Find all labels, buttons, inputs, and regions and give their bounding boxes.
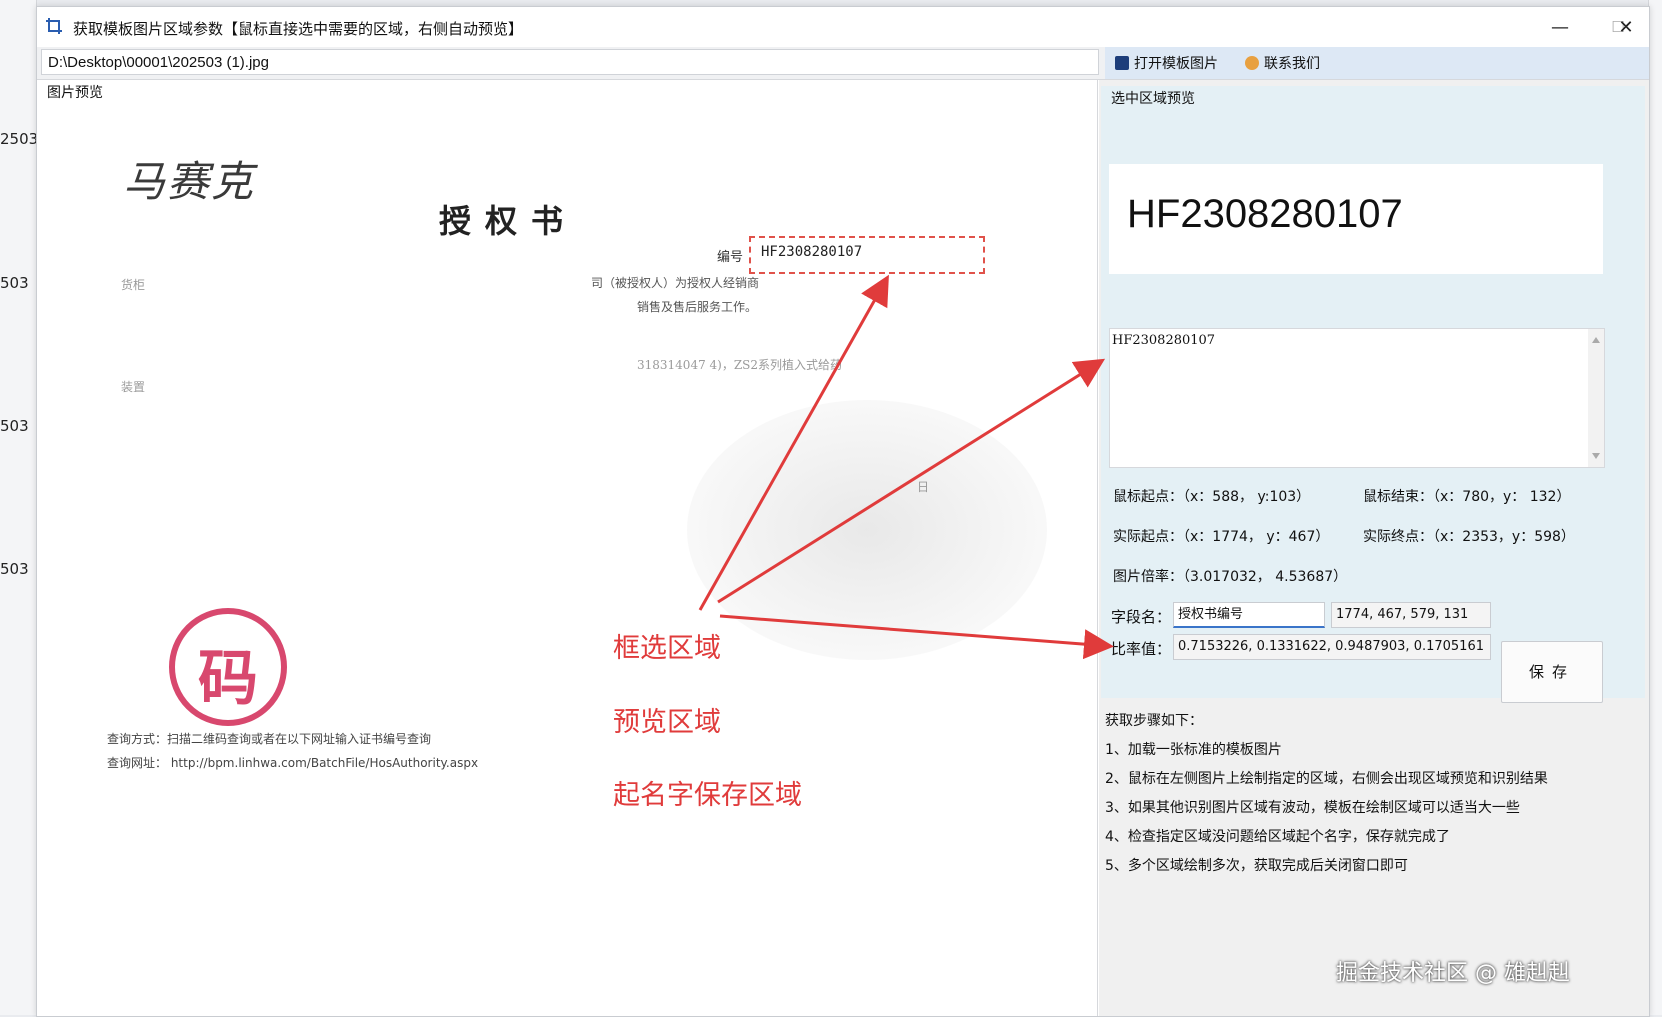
selected-region-group: 选中区域预览 HF2308280107 HF2308280107 鼠标起点：（x… — [1101, 86, 1645, 703]
field-coords-field[interactable]: 1774, 467, 579, 131 — [1331, 602, 1491, 628]
ratio-label: 比率值： — [1111, 640, 1172, 658]
ratio-value-field[interactable]: 0.7153226, 0.1331622, 0.9487903, 0.17051… — [1173, 634, 1491, 660]
ocr-scrollbar[interactable] — [1588, 329, 1604, 467]
selection-rectangle[interactable] — [749, 236, 985, 274]
contact-icon — [1245, 56, 1259, 70]
document-text-line: 销售及售后服务工作。 — [637, 300, 758, 314]
title-bar: 获取模板图片区域参数【鼠标直接选中需要的区域，右侧自动预览】 — ☐ — [37, 7, 1649, 47]
file-path-field[interactable]: D:\Desktop\00001\202503 (1).jpg — [41, 49, 1099, 75]
background-row: 503 — [0, 274, 36, 424]
save-button[interactable]: 保存 — [1501, 641, 1603, 703]
toolbar: 打开模板图片 联系我们 — [1105, 47, 1649, 79]
background-row-label: 503 — [0, 560, 29, 578]
step-item: 4、检查指定区域没问题给区域起个名字，保存就完成了 — [1105, 829, 1450, 845]
crop-icon — [46, 18, 62, 34]
background-row-label: 503 — [0, 417, 29, 435]
image-scale-info: 图片倍率：（3.017032， 4.53687） — [1113, 569, 1348, 585]
mouse-end-info: 鼠标结束：（x：780，y： 132） — [1363, 489, 1571, 505]
contact-us-button[interactable]: 联系我们 — [1245, 53, 1320, 73]
actual-start-info: 实际起点：（x：1774， y：467） — [1113, 529, 1330, 545]
background-row: 2503 — [0, 130, 36, 280]
ocr-result-text: HF2308280107 — [1112, 333, 1216, 348]
image-preview-panel[interactable]: 图片预览 马赛克 授权书 编号 HF2308280107 货柜 司（被授权人）为… — [37, 80, 1098, 1016]
selected-region-title: 选中区域预览 — [1111, 91, 1195, 107]
field-name-label: 字段名： — [1111, 608, 1172, 626]
query-method-text: 查询方式：扫描二维码查询或者在以下网址输入证书编号查询 — [107, 732, 432, 746]
document-logo: 马赛克 — [123, 157, 256, 206]
background-row: 503 — [0, 560, 36, 710]
document-text-line: 司（被授权人）为授权人经销商 — [591, 276, 760, 290]
background-app-strip: 2503 503 503 503 — [0, 0, 37, 1015]
step-item: 3、如果其他识别图片区域有波动，模板在绘制区域可以适当大一些 — [1105, 800, 1520, 816]
close-button[interactable]: ✕ — [1597, 7, 1655, 47]
step-item: 2、鼠标在左侧图片上绘制指定的区域，右侧会出现区域预览和识别结果 — [1105, 771, 1548, 787]
document-image[interactable]: 马赛克 授权书 编号 HF2308280107 货柜 司（被授权人）为授权人经销… — [97, 140, 1047, 770]
scroll-arrows-icon — [1592, 337, 1600, 459]
qr-code-stamp: 码 — [169, 608, 287, 726]
background-row: 503 — [0, 417, 36, 567]
contact-label: 联系我们 — [1264, 56, 1320, 72]
ocr-result-textarea[interactable]: HF2308280107 — [1109, 328, 1605, 468]
footer-watermark: 掘金技术社区 @ 雄赳赳 — [1336, 961, 1570, 986]
minimize-button[interactable]: — — [1531, 7, 1589, 47]
main-window: 获取模板图片区域参数【鼠标直接选中需要的区域，右侧自动预览】 — ☐ ✕ D:\… — [36, 6, 1650, 1017]
background-row-label: 2503 — [0, 130, 37, 148]
document-text-line: 日 — [917, 480, 930, 494]
path-bar: D:\Desktop\00001\202503 (1).jpg 打开模板图片 联… — [37, 47, 1649, 80]
selected-region-image: HF2308280107 — [1109, 164, 1603, 274]
field-name-input[interactable]: 授权书编号 — [1173, 602, 1325, 628]
selected-region-image-text: HF2308280107 — [1127, 192, 1403, 236]
document-text-line: 318314047 4)，ZS2系列植入式给药 — [637, 358, 843, 372]
open-template-button[interactable]: 打开模板图片 — [1115, 53, 1218, 73]
open-file-icon — [1115, 56, 1129, 70]
step-item: 1、加载一张标准的模板图片 — [1105, 742, 1282, 758]
annotation-preview-area: 预览区域 — [613, 707, 721, 738]
region-preview-panel: 选中区域预览 HF2308280107 HF2308280107 鼠标起点：（x… — [1099, 80, 1649, 1016]
background-row-label: 503 — [0, 274, 29, 292]
document-watermark — [687, 400, 1047, 660]
document-text-line: 货柜 — [121, 278, 146, 292]
background-right-strip — [1648, 0, 1662, 1015]
document-title: 授权书 — [439, 202, 578, 240]
query-url-text: 查询网址： http://bpm.linhwa.com/BatchFile/Ho… — [107, 756, 479, 770]
image-preview-title: 图片预览 — [47, 85, 103, 101]
steps-title: 获取步骤如下： — [1105, 713, 1203, 729]
annotation-select-area: 框选区域 — [613, 633, 721, 664]
window-title: 获取模板图片区域参数【鼠标直接选中需要的区域，右侧自动预览】 — [73, 20, 524, 38]
mouse-start-info: 鼠标起点：（x：588， y:103） — [1113, 489, 1311, 505]
annotation-name-save-area: 起名字保存区域 — [613, 780, 802, 811]
document-text-line: 装置 — [121, 380, 146, 394]
open-template-label: 打开模板图片 — [1134, 56, 1218, 72]
step-item: 5、多个区域绘制多次，获取完成后关闭窗口即可 — [1105, 858, 1408, 874]
document-number-label: 编号 — [717, 250, 744, 265]
actual-end-info: 实际终点：（x：2353，y：598） — [1363, 529, 1575, 545]
stamp-character: 码 — [198, 644, 258, 714]
